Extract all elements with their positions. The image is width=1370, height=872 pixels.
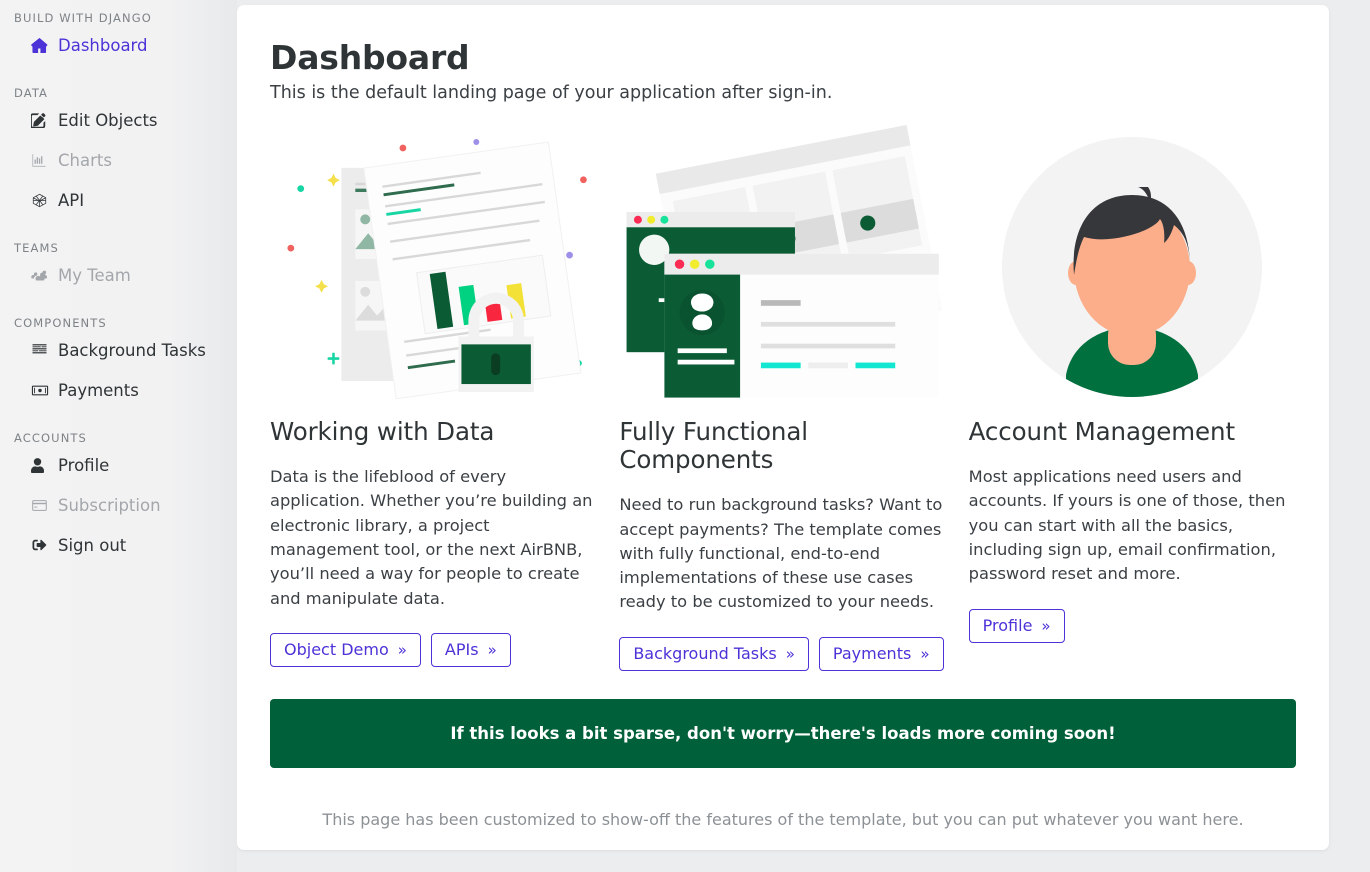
chevron-right-icon: » — [1041, 616, 1051, 635]
chevron-right-icon: » — [487, 640, 497, 659]
users-icon — [31, 268, 51, 282]
feature-column-components: Fully Functional Components Need to run … — [619, 124, 946, 672]
sidebar-item-label: Sign out — [58, 535, 127, 555]
sidebar-section-heading: BUILD WITH DJANGO — [14, 11, 152, 25]
button-label: Background Tasks — [633, 643, 777, 663]
bar-chart-icon — [31, 153, 51, 167]
chevron-right-icon: » — [920, 644, 930, 663]
page-subtitle: This is the default landing page of your… — [270, 82, 833, 103]
sidebar: BUILD WITH DJANGO Dashboard DATA Edit Objec… — [0, 0, 237, 872]
sidebar-item-api[interactable]: API — [0, 180, 237, 220]
button-label: APIs — [444, 639, 479, 659]
sign-out-icon — [31, 538, 51, 552]
sidebar-section-heading: DATA — [14, 86, 49, 100]
column-body: Need to run background tasks? Want to ac… — [619, 495, 943, 612]
button-label: Payments — [832, 643, 912, 663]
sidebar-item-label: My Team — [58, 265, 131, 285]
sidebar-item-my-team[interactable]: My Team — [0, 255, 237, 295]
profile-button[interactable]: Profile » — [968, 608, 1065, 644]
main-card-wrapper: Dashboard This is the default landing pa… — [237, 0, 1370, 872]
sidebar-item-label: Charts — [58, 150, 112, 170]
money-bill-icon — [31, 384, 51, 397]
sidebar-item-label: API — [58, 190, 85, 210]
info-banner: If this looks a bit sparse, don't worry—… — [270, 699, 1296, 769]
page-title: Dashboard — [270, 38, 470, 77]
payments-button[interactable]: Payments » — [818, 636, 944, 672]
sidebar-item-edit-objects[interactable]: Edit Objects — [0, 100, 237, 140]
browser-windows-illustration — [619, 124, 946, 410]
documents-chart-lock-illustration — [270, 125, 597, 410]
sidebar-item-payments[interactable]: Payments — [0, 370, 237, 410]
button-label: Profile — [982, 615, 1033, 635]
sidebar-item-dashboard[interactable]: Dashboard — [0, 25, 237, 65]
user-icon — [31, 457, 51, 473]
column-button-row: Object Demo » APIs » — [270, 632, 597, 668]
button-label: Object Demo — [284, 639, 389, 659]
column-button-row: Background Tasks » Payments » — [619, 636, 946, 672]
main-card: Dashboard This is the default landing pa… — [237, 5, 1329, 850]
sidebar-item-charts[interactable]: Charts — [0, 140, 237, 180]
home-icon — [31, 37, 51, 53]
feature-columns: Working with Data Data is the lifeblood … — [270, 124, 1296, 672]
footer-note: This page has been customized to show-of… — [322, 810, 1244, 830]
sidebar-item-label: Dashboard — [58, 35, 148, 55]
sidebar-item-label: Background Tasks — [58, 340, 206, 360]
sidebar-item-background-tasks[interactable]: Background Tasks — [0, 330, 237, 370]
user-avatar-illustration — [969, 125, 1296, 410]
sidebar-item-profile[interactable]: Profile — [0, 445, 237, 485]
chevron-right-icon: » — [397, 640, 407, 659]
column-title: Account Management — [968, 416, 1235, 446]
sidebar-item-label: Subscription — [58, 495, 161, 515]
sidebar-section-heading: TEAMS — [14, 241, 59, 255]
object-demo-button[interactable]: Object Demo » — [270, 632, 421, 668]
column-body: Data is the lifeblood of every applicati… — [270, 467, 593, 608]
apis-button[interactable]: APIs » — [430, 632, 511, 668]
tasks-list-icon — [31, 343, 51, 357]
column-body: Most applications need users and account… — [968, 467, 1286, 584]
column-button-row: Profile » — [968, 608, 1296, 644]
feature-column-working-with-data: Working with Data Data is the lifeblood … — [270, 125, 597, 671]
column-title: Working with Data — [270, 416, 495, 446]
api-hexagon-icon — [31, 193, 51, 208]
sidebar-item-label: Payments — [58, 380, 139, 400]
column-title: Fully Functional Components — [619, 416, 808, 475]
edit-square-icon — [31, 112, 51, 128]
feature-column-account-management: Account Management Most applications nee… — [968, 125, 1296, 671]
sidebar-item-label: Edit Objects — [58, 110, 158, 130]
sidebar-section-heading: COMPONENTS — [14, 316, 107, 330]
sidebar-section-heading: ACCOUNTS — [14, 431, 87, 445]
sidebar-item-label: Profile — [58, 455, 110, 475]
sidebar-item-sign-out[interactable]: Sign out — [0, 525, 237, 565]
background-tasks-button[interactable]: Background Tasks » — [619, 636, 809, 672]
credit-card-icon — [31, 499, 51, 512]
sidebar-item-subscription[interactable]: Subscription — [0, 485, 237, 525]
chevron-right-icon: » — [785, 644, 795, 663]
